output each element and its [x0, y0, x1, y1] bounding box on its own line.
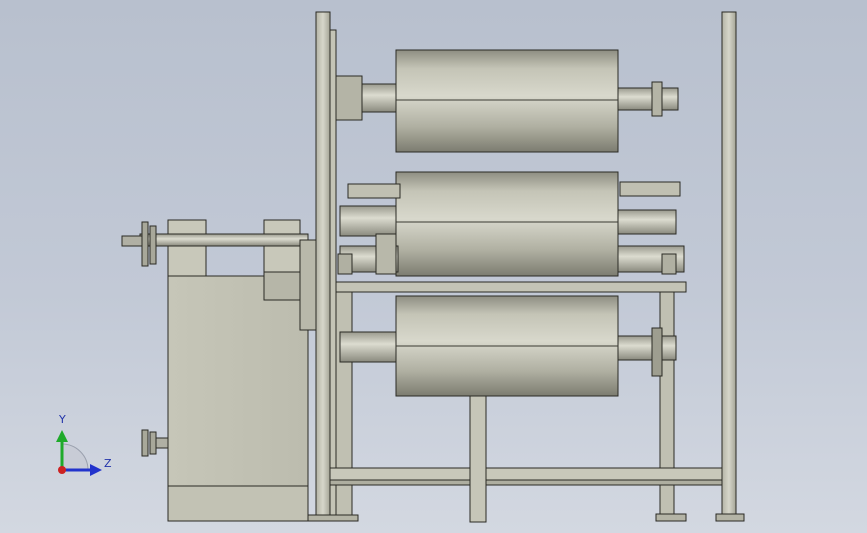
origin-dot: [58, 466, 66, 474]
y-axis-arrowhead: [56, 430, 68, 442]
orientation-triad: [56, 430, 102, 476]
z-axis-arrowhead: [90, 464, 102, 476]
cad-viewport[interactable]: Y Z: [0, 0, 867, 533]
z-axis-label: Z: [104, 457, 112, 470]
y-axis-label: Y: [59, 413, 66, 426]
